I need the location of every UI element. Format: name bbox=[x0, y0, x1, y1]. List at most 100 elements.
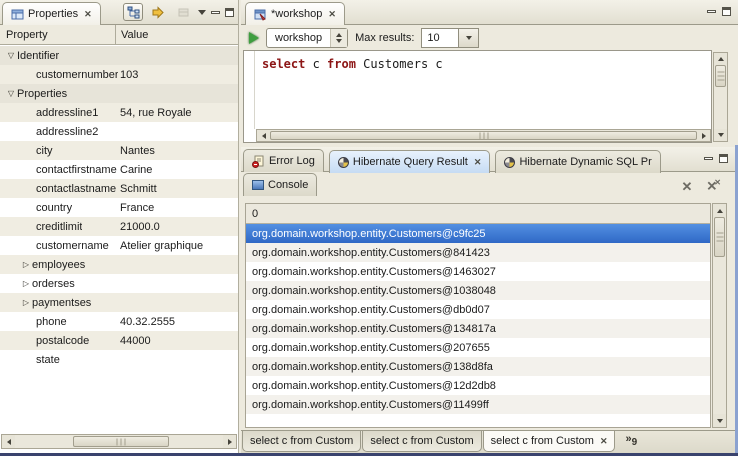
property-row[interactable]: state bbox=[0, 350, 238, 369]
property-row[interactable]: phone40.32.2555 bbox=[0, 312, 238, 331]
result-row[interactable]: org.domain.workshop.entity.Customers@134… bbox=[246, 319, 710, 338]
hql-code-editor[interactable]: select c from Customers c bbox=[243, 50, 712, 143]
tab-hibernate-query-result[interactable]: Hibernate Query Result ✕ bbox=[329, 150, 491, 173]
scrollbar-thumb[interactable] bbox=[714, 217, 725, 257]
property-row[interactable]: countryFrance bbox=[0, 198, 238, 217]
result-row[interactable]: org.domain.workshop.entity.Customers@c9f… bbox=[246, 224, 710, 243]
editor-vertical-scrollbar[interactable] bbox=[713, 52, 728, 142]
max-results-dropdown-icon[interactable] bbox=[459, 28, 479, 48]
query-page-tab[interactable]: select c from Custom bbox=[362, 431, 481, 452]
maximize-icon[interactable] bbox=[722, 7, 731, 16]
scroll-down-icon[interactable] bbox=[713, 414, 726, 427]
column-header-value[interactable]: Value bbox=[115, 25, 238, 44]
collapsed-arrow-icon[interactable]: ▷ bbox=[20, 298, 32, 307]
scroll-right-icon[interactable] bbox=[223, 435, 236, 448]
run-query-icon[interactable] bbox=[249, 32, 259, 44]
remove-result-icon[interactable]: ✕ bbox=[681, 180, 692, 193]
property-row[interactable]: ▷employees bbox=[0, 255, 238, 274]
property-name: contactlastname bbox=[36, 183, 116, 195]
property-value[interactable]: Schmitt bbox=[118, 183, 238, 195]
scroll-left-icon[interactable] bbox=[257, 130, 270, 141]
column-header-property[interactable]: Property bbox=[0, 29, 115, 41]
query-page-tab[interactable]: select c from Custom bbox=[242, 431, 361, 452]
configuration-combo-value: workshop bbox=[267, 32, 330, 44]
maximize-icon[interactable] bbox=[225, 8, 234, 17]
collapsed-arrow-icon[interactable]: ▷ bbox=[20, 260, 32, 269]
scroll-left-icon[interactable] bbox=[2, 435, 15, 448]
tab-overflow-chevron[interactable]: »9 bbox=[615, 431, 641, 448]
property-value[interactable]: Carine bbox=[118, 164, 238, 176]
results-column-header[interactable]: 0 bbox=[246, 204, 710, 224]
properties-horizontal-scrollbar[interactable] bbox=[1, 434, 237, 449]
property-value[interactable]: 44000 bbox=[118, 335, 238, 347]
property-row[interactable]: ▷orderses bbox=[0, 274, 238, 293]
show-advanced-properties-button[interactable] bbox=[148, 3, 168, 21]
property-value[interactable]: 40.32.2555 bbox=[118, 316, 238, 328]
property-value[interactable]: 21000.0 bbox=[118, 221, 238, 233]
close-icon[interactable]: ✕ bbox=[472, 157, 482, 168]
property-name: addressline2 bbox=[36, 126, 98, 138]
result-row[interactable]: org.domain.workshop.entity.Customers@841… bbox=[246, 243, 710, 262]
property-row[interactable]: ▽Identifier bbox=[0, 46, 238, 65]
tab-workshop-editor[interactable]: *workshop ✕ bbox=[245, 2, 345, 25]
expanded-arrow-icon[interactable]: ▽ bbox=[5, 51, 17, 60]
query-page-tab[interactable]: select c from Custom✕ bbox=[483, 431, 616, 452]
property-row[interactable]: postalcode44000 bbox=[0, 331, 238, 350]
configuration-combo[interactable]: workshop bbox=[266, 28, 348, 48]
property-value[interactable]: Atelier graphique bbox=[118, 240, 238, 252]
view-menu-icon[interactable] bbox=[198, 10, 206, 15]
scrollbar-thumb[interactable] bbox=[73, 436, 169, 447]
spinner-icon[interactable] bbox=[330, 29, 347, 47]
results-vertical-scrollbar[interactable] bbox=[712, 203, 727, 428]
property-value[interactable]: 54, rue Royale bbox=[118, 107, 238, 119]
restore-default-value-button[interactable] bbox=[173, 3, 193, 21]
tab-hibernate-dynamic-sql[interactable]: Hibernate Dynamic SQL Pr bbox=[495, 150, 660, 173]
tab-workshop-label: *workshop bbox=[271, 8, 322, 20]
property-row[interactable]: contactfirstnameCarine bbox=[0, 160, 238, 179]
property-row[interactable]: customernameAtelier graphique bbox=[0, 236, 238, 255]
property-row[interactable]: creditlimit21000.0 bbox=[0, 217, 238, 236]
property-row[interactable]: customernumber103 bbox=[0, 65, 238, 84]
maximize-icon[interactable] bbox=[719, 154, 728, 163]
property-value[interactable]: 103 bbox=[118, 69, 238, 81]
tab-error-log[interactable]: Error Log bbox=[243, 149, 324, 172]
result-row[interactable]: org.domain.workshop.entity.Customers@12d… bbox=[246, 376, 710, 395]
property-value[interactable]: Nantes bbox=[118, 145, 238, 157]
results-table: 0 org.domain.workshop.entity.Customers@c… bbox=[245, 203, 711, 428]
property-row[interactable]: ▽Properties bbox=[0, 84, 238, 103]
result-row[interactable]: org.domain.workshop.entity.Customers@138… bbox=[246, 357, 710, 376]
close-icon[interactable]: ✕ bbox=[598, 436, 608, 447]
property-row[interactable]: ▷paymentses bbox=[0, 293, 238, 312]
tab-properties[interactable]: Properties ✕ bbox=[2, 2, 101, 25]
close-icon[interactable]: ✕ bbox=[82, 9, 92, 20]
minimize-icon[interactable] bbox=[704, 157, 713, 160]
property-name: contactfirstname bbox=[36, 164, 117, 176]
remove-all-results-icon[interactable]: ✕✕ bbox=[706, 179, 721, 192]
result-row[interactable]: org.domain.workshop.entity.Customers@103… bbox=[246, 281, 710, 300]
property-row[interactable]: cityNantes bbox=[0, 141, 238, 160]
scroll-up-icon[interactable] bbox=[713, 204, 726, 217]
editor-horizontal-scrollbar[interactable] bbox=[256, 129, 711, 142]
scroll-down-icon[interactable] bbox=[714, 129, 727, 141]
max-results-input[interactable]: 10 bbox=[421, 28, 459, 48]
minimize-icon[interactable] bbox=[211, 11, 220, 14]
result-row[interactable]: org.domain.workshop.entity.Customers@db0… bbox=[246, 300, 710, 319]
close-icon[interactable]: ✕ bbox=[326, 9, 336, 20]
scrollbar-thumb[interactable] bbox=[270, 131, 697, 140]
show-categories-button[interactable] bbox=[123, 3, 143, 21]
result-row[interactable]: org.domain.workshop.entity.Customers@146… bbox=[246, 262, 710, 281]
result-row[interactable]: org.domain.workshop.entity.Customers@207… bbox=[246, 338, 710, 357]
scrollbar-thumb[interactable] bbox=[715, 65, 726, 87]
property-row[interactable]: addressline2 bbox=[0, 122, 238, 141]
expanded-arrow-icon[interactable]: ▽ bbox=[5, 89, 17, 98]
collapsed-arrow-icon[interactable]: ▷ bbox=[20, 279, 32, 288]
property-value[interactable]: France bbox=[118, 202, 238, 214]
minimize-icon[interactable] bbox=[707, 10, 716, 13]
result-row[interactable]: org.domain.workshop.entity.Customers@114… bbox=[246, 395, 710, 414]
property-row[interactable]: contactlastnameSchmitt bbox=[0, 179, 238, 198]
scroll-up-icon[interactable] bbox=[714, 53, 727, 65]
scroll-right-icon[interactable] bbox=[697, 130, 710, 141]
hql-query-text[interactable]: select c from Customers c bbox=[262, 57, 443, 71]
tab-console[interactable]: Console bbox=[243, 173, 317, 196]
property-row[interactable]: addressline154, rue Royale bbox=[0, 103, 238, 122]
